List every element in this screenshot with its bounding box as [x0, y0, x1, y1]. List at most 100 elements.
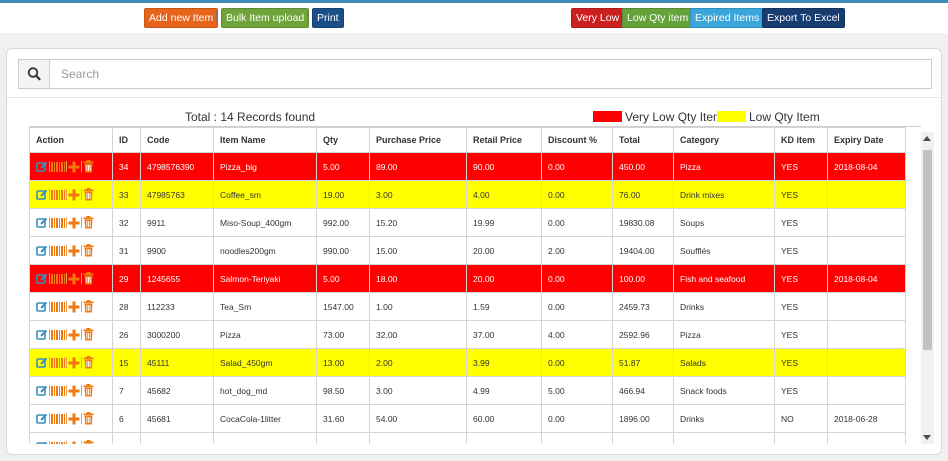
item-code-cell: 112233	[140, 292, 214, 321]
search-button[interactable]	[19, 60, 50, 88]
column-header[interactable]: Action	[29, 127, 113, 153]
trash-icon[interactable]	[83, 244, 94, 257]
items-table: Action ID Code Item Name Qty Purchase Pr…	[29, 127, 906, 444]
icon-divider	[81, 357, 82, 368]
action-cell	[29, 292, 113, 321]
qty-cell: 5.00	[316, 264, 370, 293]
trash-icon[interactable]	[83, 328, 94, 341]
column-header[interactable]: Qty	[316, 127, 370, 153]
column-header[interactable]: Purchase Price	[369, 127, 467, 153]
retail-price-cell	[466, 432, 542, 444]
plus-icon[interactable]	[68, 217, 80, 229]
barcode-icon[interactable]	[51, 301, 65, 313]
barcode-icon[interactable]	[51, 217, 65, 229]
item-name-cell: hot_dog_md	[213, 376, 317, 405]
scroll-down-arrow[interactable]	[923, 435, 931, 440]
edit-icon[interactable]	[36, 357, 48, 369]
plus-icon[interactable]	[68, 161, 80, 173]
icon-divider	[49, 161, 50, 172]
qty-cell: 13.00	[316, 348, 370, 377]
barcode-icon[interactable]	[51, 189, 65, 201]
column-header[interactable]: Code	[140, 127, 214, 153]
trash-icon[interactable]	[83, 160, 94, 173]
icon-divider	[81, 441, 82, 444]
item-code-cell: 3000200	[140, 320, 214, 349]
trash-icon[interactable]	[83, 440, 94, 444]
scroll-thumb[interactable]	[923, 150, 932, 350]
edit-icon[interactable]	[36, 301, 48, 313]
purchase-price-cell: 3.00	[369, 180, 467, 209]
scroll-up-arrow[interactable]	[923, 136, 931, 141]
edit-icon[interactable]	[36, 413, 48, 425]
trash-icon[interactable]	[83, 188, 94, 201]
low-qty-filter-button[interactable]: Low Qty item	[622, 8, 694, 28]
kd-item-cell: YES	[774, 152, 828, 181]
icon-divider	[66, 273, 67, 284]
trash-icon[interactable]	[83, 272, 94, 285]
divider	[7, 97, 941, 98]
column-header[interactable]: Item Name	[213, 127, 317, 153]
plus-icon[interactable]	[68, 357, 80, 369]
search-input[interactable]	[51, 60, 931, 88]
edit-icon[interactable]	[36, 161, 48, 173]
column-header[interactable]: Category	[673, 127, 775, 153]
barcode-icon[interactable]	[51, 357, 65, 369]
column-header[interactable]: KD item	[774, 127, 828, 153]
icon-divider	[66, 217, 67, 228]
column-header[interactable]: Expiry Date	[827, 127, 906, 153]
plus-icon[interactable]	[68, 413, 80, 425]
plus-icon[interactable]	[68, 441, 80, 445]
trash-icon[interactable]	[83, 356, 94, 369]
column-header[interactable]: Retail Price	[466, 127, 542, 153]
edit-icon[interactable]	[36, 245, 48, 257]
barcode-icon[interactable]	[51, 329, 65, 341]
discount-cell: 0.00	[541, 348, 613, 377]
edit-icon[interactable]	[36, 329, 48, 341]
table-row	[29, 432, 906, 445]
expired-items-button[interactable]: Expired Items	[690, 8, 765, 28]
category-cell: Soufflés	[673, 236, 775, 265]
plus-icon[interactable]	[68, 245, 80, 257]
bulk-item-upload-button[interactable]: Bulk Item upload	[221, 8, 310, 28]
plus-icon[interactable]	[68, 329, 80, 341]
discount-cell: 5.00	[541, 376, 613, 405]
barcode-icon[interactable]	[51, 413, 65, 425]
discount-cell: 0.00	[541, 292, 613, 321]
barcode-icon[interactable]	[51, 441, 65, 445]
edit-icon[interactable]	[36, 217, 48, 229]
item-name-cell: CocaCola-1litter	[213, 404, 317, 433]
qty-cell: 98.50	[316, 376, 370, 405]
plus-icon[interactable]	[68, 189, 80, 201]
barcode-icon[interactable]	[51, 161, 65, 173]
table-scrollbar[interactable]	[921, 132, 934, 444]
barcode-icon[interactable]	[51, 385, 65, 397]
column-header[interactable]: Discount %	[541, 127, 613, 153]
trash-icon[interactable]	[83, 300, 94, 313]
plus-icon[interactable]	[68, 301, 80, 313]
edit-icon[interactable]	[36, 441, 48, 445]
total-cell: 100.00	[612, 264, 674, 293]
trash-icon[interactable]	[83, 412, 94, 425]
add-new-item-button[interactable]: Add new Item	[144, 8, 219, 28]
expiry-date-cell	[827, 376, 906, 405]
edit-icon[interactable]	[36, 189, 48, 201]
barcode-icon[interactable]	[51, 273, 65, 285]
icon-divider	[66, 413, 67, 424]
plus-icon[interactable]	[68, 385, 80, 397]
edit-icon[interactable]	[36, 273, 48, 285]
item-name-cell: Salad_450gm	[213, 348, 317, 377]
expiry-date-cell	[827, 432, 906, 444]
trash-icon[interactable]	[83, 384, 94, 397]
export-excel-button[interactable]: Export To Excel	[762, 8, 845, 28]
very-low-filter-button[interactable]: Very Low	[571, 8, 625, 28]
column-header[interactable]: Total	[612, 127, 674, 153]
item-name-cell: noodles200gm	[213, 236, 317, 265]
edit-icon[interactable]	[36, 385, 48, 397]
print-button[interactable]: Print	[312, 8, 344, 28]
plus-icon[interactable]	[68, 273, 80, 285]
barcode-icon[interactable]	[51, 245, 65, 257]
trash-icon[interactable]	[83, 216, 94, 229]
column-header[interactable]: ID	[112, 127, 141, 153]
category-cell: Pizza	[673, 152, 775, 181]
qty-cell: 1547.00	[316, 292, 370, 321]
